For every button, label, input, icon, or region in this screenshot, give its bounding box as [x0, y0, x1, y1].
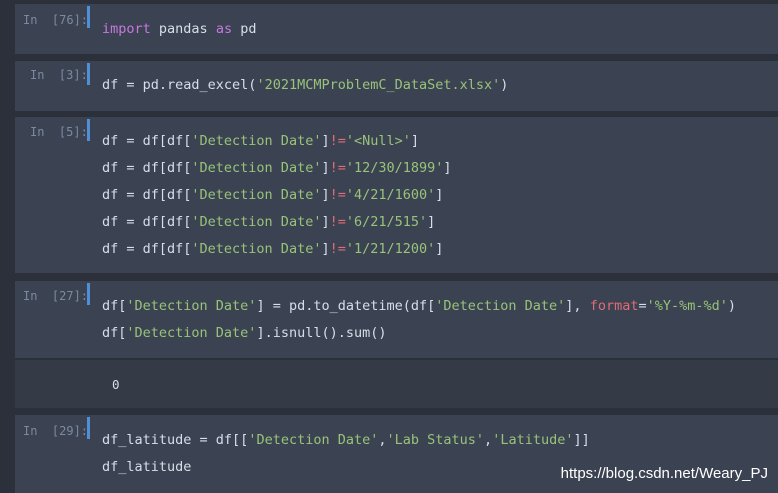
code-line[interactable]: df_latitude = df[['Detection Date','Lab …	[102, 427, 590, 454]
code-cell-5[interactable]: In [5]: df = df[df['Detection Date']!='<…	[15, 117, 778, 273]
code-line[interactable]: df = pd.read_excel('2021MCMProblemC_Data…	[102, 72, 508, 99]
cell-output-27: 0	[15, 360, 778, 408]
active-cell-indicator	[87, 417, 90, 439]
output-value: 0	[112, 377, 120, 392]
code-cell-3[interactable]: In [3]: df = pd.read_excel('2021MCMProbl…	[15, 61, 778, 111]
code-line[interactable]: df = df[df['Detection Date']!='12/30/189…	[102, 155, 452, 182]
cell-prompt: In [29]:	[23, 424, 89, 438]
cell-prompt: In [27]:	[23, 289, 89, 303]
cell-prompt: In [76]:	[23, 13, 89, 27]
active-cell-indicator	[87, 283, 90, 305]
active-cell-indicator	[87, 119, 90, 141]
code-line[interactable]: df = df[df['Detection Date']!='6/21/515'…	[102, 209, 435, 236]
cell-prompt: In [3]:	[30, 68, 88, 82]
code-line[interactable]: df = df[df['Detection Date']!='<Null>']	[102, 128, 419, 155]
code-line[interactable]: import pandas as pd	[102, 16, 256, 43]
code-line[interactable]: df['Detection Date'] = pd.to_datetime(df…	[102, 293, 736, 320]
code-line[interactable]: df = df[df['Detection Date']!='4/21/1600…	[102, 182, 443, 209]
code-cell-76[interactable]: In [76]: import pandas as pd	[15, 4, 778, 54]
code-line[interactable]: df = df[df['Detection Date']!='1/21/1200…	[102, 236, 443, 263]
code-line[interactable]: df['Detection Date'].isnull().sum()	[102, 320, 386, 347]
active-cell-indicator	[87, 6, 90, 28]
cell-prompt: In [5]:	[30, 125, 88, 139]
watermark: https://blog.csdn.net/Weary_PJ	[560, 465, 768, 482]
code-cell-27[interactable]: In [27]: df['Detection Date'] = pd.to_da…	[15, 281, 778, 358]
active-cell-indicator	[87, 63, 90, 85]
code-line[interactable]: df_latitude	[102, 454, 191, 481]
